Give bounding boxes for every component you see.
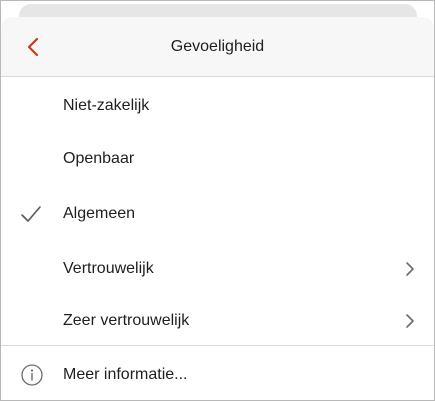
chevron-right-icon [406,262,414,276]
option-algemeen[interactable]: Algemeen [1,188,434,240]
option-label: Vertrouwelijk [63,260,154,277]
option-label: Zeer vertrouwelijk [63,312,190,329]
checkmark-icon [21,206,41,222]
more-info-link[interactable]: Meer informatie... [1,349,434,400]
page-title: Gevoeligheid [170,38,265,55]
option-niet-zakelijk[interactable]: Niet-zakelijk [1,80,434,132]
panel-header: Gevoeligheid [1,17,434,77]
option-openbaar[interactable]: Openbaar [1,133,434,185]
chevron-right-icon [406,314,414,328]
more-info-label: Meer informatie... [63,366,188,383]
sensitivity-sheet: Gevoeligheid Niet-zakelijk Openbaar Alge… [1,17,434,400]
sensitivity-panel: Gevoeligheid Niet-zakelijk Openbaar Alge… [0,0,435,401]
option-label: Algemeen [63,205,136,222]
option-zeer-vertrouwelijk[interactable]: Zeer vertrouwelijk [1,295,434,347]
option-label: Openbaar [63,150,135,167]
divider [1,345,434,346]
info-icon [21,364,43,386]
option-vertrouwelijk[interactable]: Vertrouwelijk [1,243,434,295]
option-label: Niet-zakelijk [63,97,150,114]
